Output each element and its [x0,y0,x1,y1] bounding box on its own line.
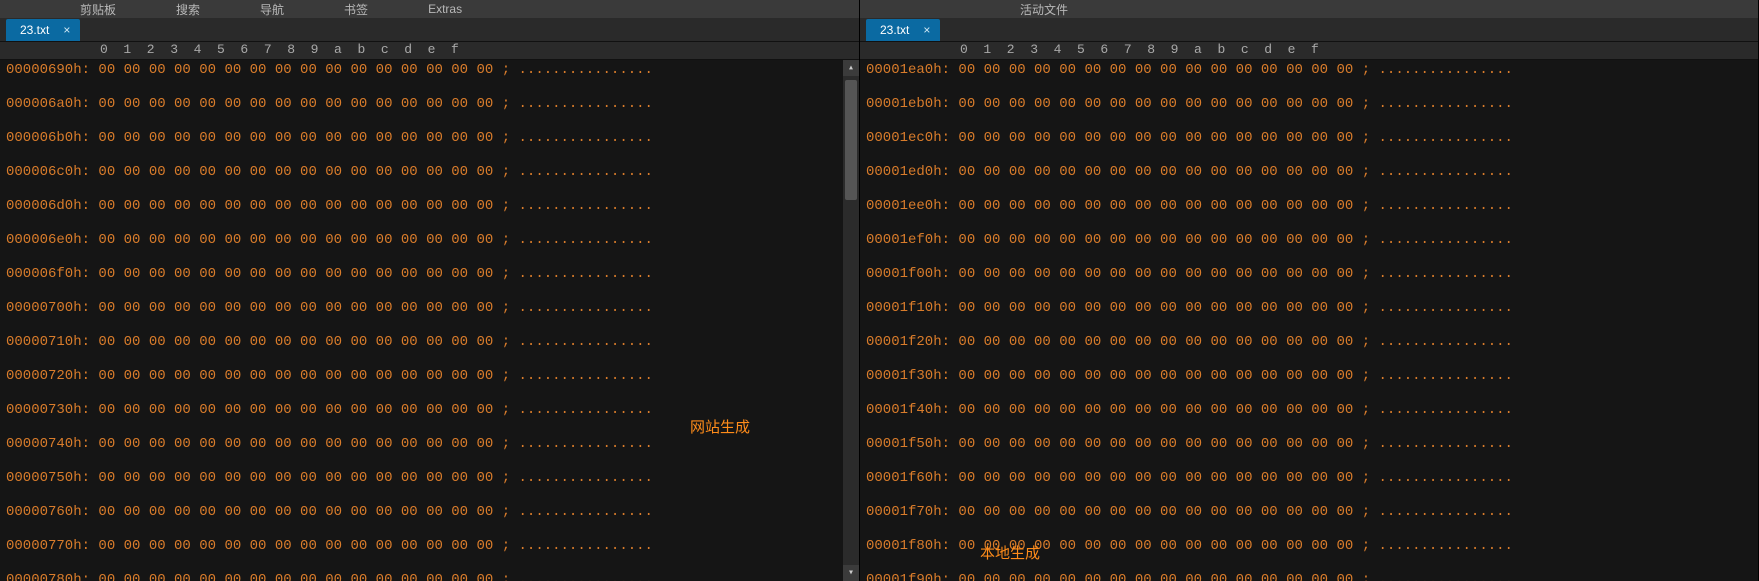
menu-bookmarks[interactable]: 书签 [344,1,368,18]
hex-row[interactable]: 00001f30h: 00 00 00 00 00 00 00 00 00 00… [866,368,1752,385]
hex-area-right[interactable]: 00001ea0h: 00 00 00 00 00 00 00 00 00 00… [860,60,1758,581]
hex-row[interactable]: 00000770h: 00 00 00 00 00 00 00 00 00 00… [6,538,853,555]
hex-row[interactable]: 00001f60h: 00 00 00 00 00 00 00 00 00 00… [866,470,1752,487]
scroll-thumb[interactable] [845,80,857,200]
hex-row[interactable]: 00001ec0h: 00 00 00 00 00 00 00 00 00 00… [866,130,1752,147]
hex-row[interactable]: 00001f00h: 00 00 00 00 00 00 00 00 00 00… [866,266,1752,283]
hex-row[interactable]: 00001f20h: 00 00 00 00 00 00 00 00 00 00… [866,334,1752,351]
tab-file-left[interactable]: 23.txt × [6,19,80,41]
hex-row[interactable]: 00001f90h: 00 00 00 00 00 00 00 00 00 00… [866,572,1752,581]
hex-row[interactable]: 00000750h: 00 00 00 00 00 00 00 00 00 00… [6,470,853,487]
app-root: 剪贴板 搜索 导航 书签 Extras 23.txt × 0 1 2 3 4 5… [0,0,1759,581]
hex-row[interactable]: 00001f80h: 00 00 00 00 00 00 00 00 00 00… [866,538,1752,555]
hex-row[interactable]: 000006e0h: 00 00 00 00 00 00 00 00 00 00… [6,232,853,249]
hex-row[interactable]: 00000730h: 00 00 00 00 00 00 00 00 00 00… [6,402,853,419]
hex-row[interactable]: 00001f10h: 00 00 00 00 00 00 00 00 00 00… [866,300,1752,317]
tabrow-right: 23.txt × [860,18,1758,42]
tab-label: 23.txt [880,23,909,37]
hex-row[interactable]: 000006b0h: 00 00 00 00 00 00 00 00 00 00… [6,130,853,147]
scrollbar-left[interactable]: ▴ ▾ [843,60,859,581]
hex-row[interactable]: 00001ed0h: 00 00 00 00 00 00 00 00 00 00… [866,164,1752,181]
hex-row[interactable]: 00000700h: 00 00 00 00 00 00 00 00 00 00… [6,300,853,317]
hex-row[interactable]: 000006c0h: 00 00 00 00 00 00 00 00 00 00… [6,164,853,181]
hex-row[interactable]: 00001ee0h: 00 00 00 00 00 00 00 00 00 00… [866,198,1752,215]
pane-right: 活动文件 23.txt × 0 1 2 3 4 5 6 7 8 9 a b c … [860,0,1759,581]
hex-area-left[interactable]: 00000690h: 00 00 00 00 00 00 00 00 00 00… [0,60,859,581]
tabrow-left: 23.txt × [0,18,859,42]
hex-row[interactable]: 000006f0h: 00 00 00 00 00 00 00 00 00 00… [6,266,853,283]
hex-row[interactable]: 000006a0h: 00 00 00 00 00 00 00 00 00 00… [6,96,853,113]
hex-row[interactable]: 00001f40h: 00 00 00 00 00 00 00 00 00 00… [866,402,1752,419]
hex-row[interactable]: 00000710h: 00 00 00 00 00 00 00 00 00 00… [6,334,853,351]
tab-label: 23.txt [20,23,49,37]
menubar-left: 剪贴板 搜索 导航 书签 Extras [0,0,859,18]
hex-row[interactable]: 00001f50h: 00 00 00 00 00 00 00 00 00 00… [866,436,1752,453]
hex-row[interactable]: 00001eb0h: 00 00 00 00 00 00 00 00 00 00… [866,96,1752,113]
pane-left: 剪贴板 搜索 导航 书签 Extras 23.txt × 0 1 2 3 4 5… [0,0,860,581]
menu-clipboard[interactable]: 剪贴板 [80,1,116,18]
close-icon[interactable]: × [63,23,70,37]
scroll-down-icon[interactable]: ▾ [843,565,859,581]
scroll-track[interactable] [843,76,859,565]
menu-extras[interactable]: Extras [428,2,462,16]
scroll-up-icon[interactable]: ▴ [843,60,859,76]
hex-row[interactable]: 00000760h: 00 00 00 00 00 00 00 00 00 00… [6,504,853,521]
menu-active-file[interactable]: 活动文件 [1020,1,1068,18]
hex-row[interactable]: 00001ef0h: 00 00 00 00 00 00 00 00 00 00… [866,232,1752,249]
hex-row[interactable]: 000006d0h: 00 00 00 00 00 00 00 00 00 00… [6,198,853,215]
menubar-right: 活动文件 [860,0,1758,18]
menu-search[interactable]: 搜索 [176,1,200,18]
close-icon[interactable]: × [923,23,930,37]
hex-row[interactable]: 00000690h: 00 00 00 00 00 00 00 00 00 00… [6,62,853,79]
tab-file-right[interactable]: 23.txt × [866,19,940,41]
hex-row[interactable]: 00000780h: 00 00 00 00 00 00 00 00 00 00… [6,572,853,581]
menu-nav[interactable]: 导航 [260,1,284,18]
hex-row[interactable]: 00000720h: 00 00 00 00 00 00 00 00 00 00… [6,368,853,385]
column-ruler-left: 0 1 2 3 4 5 6 7 8 9 a b c d e f [0,42,859,60]
column-ruler-right: 0 1 2 3 4 5 6 7 8 9 a b c d e f [860,42,1758,60]
hex-row[interactable]: 00001ea0h: 00 00 00 00 00 00 00 00 00 00… [866,62,1752,79]
hex-row[interactable]: 00001f70h: 00 00 00 00 00 00 00 00 00 00… [866,504,1752,521]
hex-row[interactable]: 00000740h: 00 00 00 00 00 00 00 00 00 00… [6,436,853,453]
